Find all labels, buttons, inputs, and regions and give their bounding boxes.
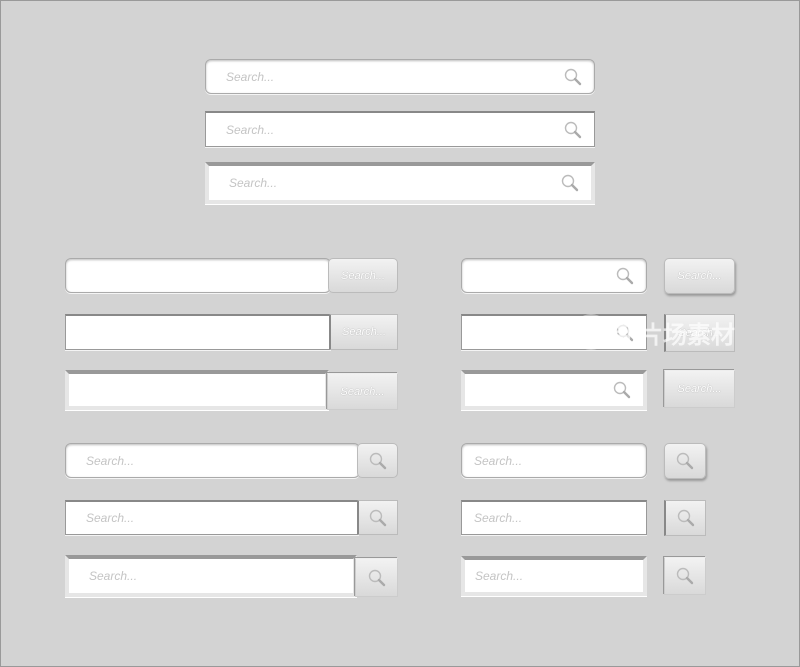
magnifier-icon[interactable] xyxy=(561,174,579,192)
search-button[interactable]: Search... xyxy=(328,258,398,293)
search-input-deep-inset[interactable]: Search... xyxy=(65,555,357,597)
magnifier-icon xyxy=(368,569,386,587)
search-bar-rounded[interactable]: Search... xyxy=(205,59,595,94)
search-input-deep-inset[interactable] xyxy=(65,370,329,410)
watermark-badge: new xyxy=(573,314,609,350)
search-input-inset[interactable] xyxy=(65,314,331,350)
magnifier-icon xyxy=(369,509,387,527)
search-placeholder: Search... xyxy=(86,453,135,468)
search-placeholder: Search... xyxy=(229,176,278,190)
watermark-logo: new 新片场素材 xyxy=(573,314,735,350)
search-placeholder: Search... xyxy=(226,69,275,84)
magnifier-icon xyxy=(676,567,694,585)
magnifier-icon xyxy=(676,452,694,470)
magnifier-icon[interactable] xyxy=(613,381,631,399)
search-bar-inset[interactable]: Search... xyxy=(205,111,595,147)
search-placeholder: Search... xyxy=(475,569,524,583)
search-input-rounded[interactable]: Search... xyxy=(461,443,647,478)
magnifier-icon xyxy=(369,452,387,470)
search-icon-button[interactable] xyxy=(357,443,398,478)
search-icon-button[interactable] xyxy=(355,558,398,597)
search-input-inset[interactable]: Search... xyxy=(461,500,647,535)
watermark-text: 新片场素材 xyxy=(615,321,735,349)
magnifier-icon xyxy=(677,509,695,527)
search-icon-button[interactable] xyxy=(357,500,398,535)
search-icon-button[interactable] xyxy=(664,443,706,479)
magnifier-icon[interactable] xyxy=(616,267,634,285)
search-input-inset[interactable]: Search... xyxy=(65,500,359,535)
search-input-deep-inset[interactable]: Search... xyxy=(461,556,647,596)
search-placeholder: Search... xyxy=(226,122,275,137)
search-bar-deep-inset[interactable] xyxy=(461,370,647,410)
search-button[interactable]: Search... xyxy=(327,373,398,410)
search-bar-rounded[interactable] xyxy=(461,258,647,293)
search-placeholder: Search... xyxy=(89,569,138,583)
search-bar-deep-inset[interactable]: Search... xyxy=(205,162,595,204)
magnifier-icon[interactable] xyxy=(564,121,582,139)
search-icon-button[interactable] xyxy=(664,557,706,595)
search-button[interactable]: Search... xyxy=(664,370,735,408)
search-icon-button[interactable] xyxy=(664,500,706,536)
search-placeholder: Search... xyxy=(474,511,523,525)
search-input-rounded[interactable]: Search... xyxy=(65,443,360,478)
search-placeholder: Search... xyxy=(474,453,523,468)
search-button[interactable]: Search... xyxy=(329,314,398,350)
search-input-rounded[interactable] xyxy=(65,258,331,293)
search-button[interactable]: Search... xyxy=(664,258,735,294)
search-placeholder: Search... xyxy=(86,511,135,525)
magnifier-icon[interactable] xyxy=(564,68,582,86)
